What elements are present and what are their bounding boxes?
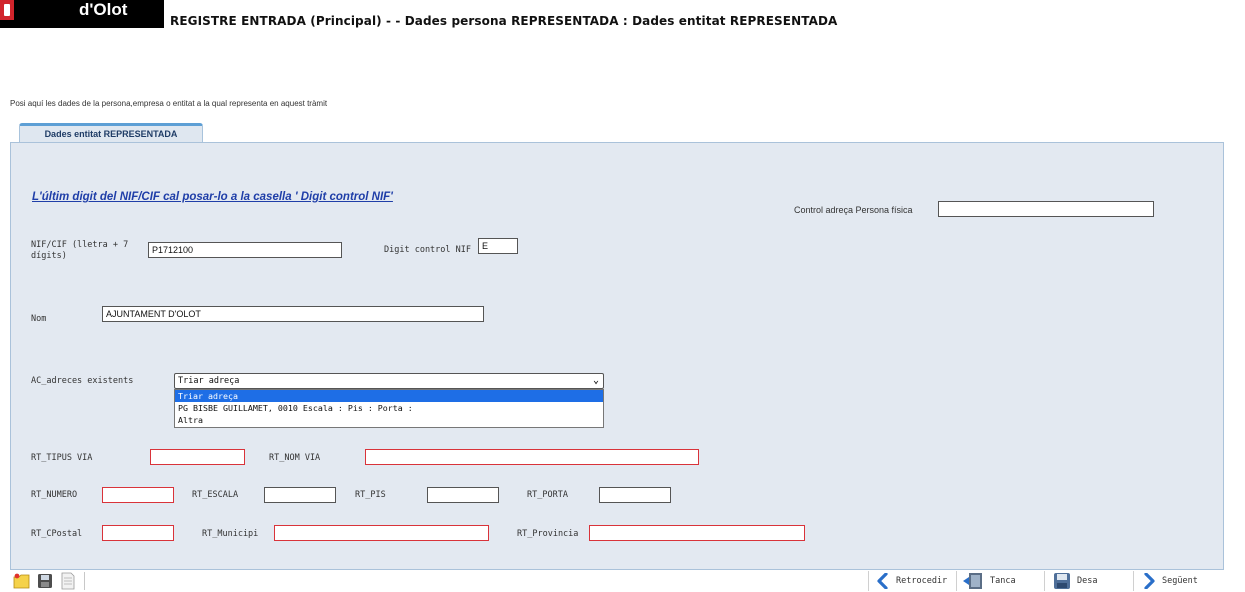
dropdown-option[interactable]: PG BISBE GUILLAMET, 0010 Escala : Pis : … [175,402,603,414]
desa-button[interactable]: Desa [1053,571,1097,591]
provincia-label: RT_Provincia [517,529,579,539]
nif-label-line2: dígits) [31,251,67,261]
new-folder-icon[interactable] [13,572,31,590]
adreces-label: AC_adreces existents [31,376,134,386]
porta-field[interactable] [599,487,671,503]
retrocedir-label: Retrocedir [896,576,948,586]
floppy-disk-icon [1054,573,1070,589]
toolbar-divider [1133,571,1134,591]
save-disk-icon[interactable] [36,572,54,590]
cpostal-label: RT_CPostal [31,529,83,539]
adreces-dropdown: Triar adreça PG BISBE GUILLAMET, 0010 Es… [174,389,604,428]
desa-label: Desa [1077,576,1098,586]
nif-field[interactable]: P1712100 [148,242,342,258]
close-door-icon [963,573,982,589]
numero-field[interactable] [102,487,174,503]
numero-label: RT_NUMERO [31,490,78,500]
logo: d'Olot [0,0,164,28]
nif-label-line1: NIF/CIF (lletra + 7 [31,240,129,250]
toolbar-divider [868,571,869,591]
control-adreca-label: Control adreça Persona física [794,205,913,215]
municipi-label: RT_Municipi [202,529,259,539]
nif-help-link[interactable]: L'últim digit del NIF/CIF cal posar-lo a… [32,191,393,203]
page-title: REGISTRE ENTRADA (Principal) - - Dades p… [170,14,838,28]
logo-mark-icon [0,0,14,20]
nom-label: Nom [31,314,47,324]
logo-text: d'Olot [79,0,128,19]
seguent-button[interactable]: Següent [1142,571,1198,591]
toolbar-divider [1044,571,1045,591]
arrow-left-icon [877,573,888,589]
provincia-field[interactable] [589,525,805,541]
tipus-via-label: RT_TIPUS VIA [31,453,93,463]
adreces-selected-value: Triar adreça [178,376,240,386]
escala-label: RT_ESCALA [192,490,239,500]
arrow-right-icon [1144,573,1155,589]
tanca-label: Tanca [990,576,1016,586]
digit-control-field[interactable]: E [478,238,518,254]
pis-label: RT_PIS [355,490,386,500]
app-header: d'Olot REGISTRE ENTRADA (Principal) - - … [0,0,1245,32]
nom-field[interactable]: AJUNTAMENT D'OLOT [102,306,484,322]
intro-text: Posi aquí les dades de la persona,empres… [10,99,328,108]
chevron-down-icon: ⌄ [592,375,599,386]
digit-control-label: Digit control NIF [384,245,471,255]
cpostal-field[interactable] [102,525,174,541]
dropdown-option[interactable]: Altra [175,414,603,426]
nom-via-field[interactable] [365,449,699,465]
seguent-label: Següent [1162,576,1198,586]
toolbar-divider [956,571,957,591]
pis-field[interactable] [427,487,499,503]
toolbar-divider [84,572,85,590]
nom-via-label: RT_NOM VIA [269,453,321,463]
municipi-field[interactable] [274,525,489,541]
escala-field[interactable] [264,487,336,503]
control-adreca-field[interactable] [938,201,1154,217]
tanca-button[interactable]: Tanca [962,571,1016,591]
dropdown-option[interactable]: Triar adreça [175,390,603,402]
tipus-via-field[interactable] [150,449,245,465]
tab-dades-entitat[interactable]: Dades entitat REPRESENTADA [19,123,203,143]
document-icon[interactable] [59,572,77,590]
adreces-select[interactable]: Triar adreça ⌄ [174,373,604,389]
porta-label: RT_PORTA [527,490,568,500]
retrocedir-button[interactable]: Retrocedir [876,571,947,591]
